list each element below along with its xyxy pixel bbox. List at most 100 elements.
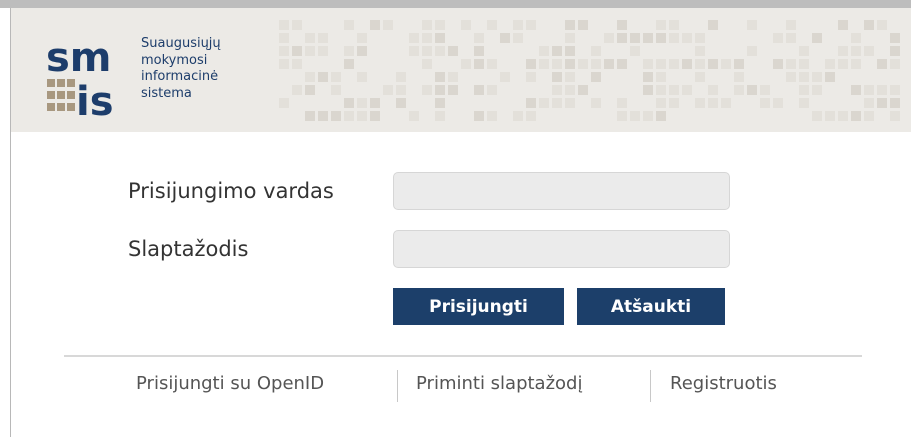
remind-password-link[interactable]: Priminti slaptažodį xyxy=(416,373,582,394)
pattern-square xyxy=(565,72,575,82)
pattern-square xyxy=(344,111,354,121)
pattern-square xyxy=(357,98,367,108)
logo-dots xyxy=(47,79,75,111)
pattern-square xyxy=(409,33,419,43)
pattern-square xyxy=(565,46,575,56)
pattern-square xyxy=(877,59,887,69)
pattern-square xyxy=(331,85,341,95)
pattern-square xyxy=(318,72,328,82)
password-input[interactable] xyxy=(393,230,730,268)
pattern-square xyxy=(422,85,432,95)
pattern-square xyxy=(877,98,887,108)
login-button[interactable]: Prisijungti xyxy=(393,288,564,325)
pattern-square xyxy=(461,59,471,69)
pattern-square xyxy=(656,59,666,69)
pattern-square xyxy=(318,33,328,43)
pattern-square xyxy=(890,98,900,108)
cancel-button[interactable]: Atšaukti xyxy=(577,288,725,325)
pattern-square xyxy=(318,46,328,56)
pattern-square xyxy=(669,85,679,95)
pattern-square xyxy=(643,111,653,121)
pattern-square xyxy=(591,98,601,108)
pattern-square xyxy=(864,98,874,108)
pattern-square xyxy=(292,20,302,30)
pattern-square xyxy=(695,33,705,43)
pattern-square xyxy=(344,46,354,56)
pattern-square xyxy=(474,59,484,69)
pattern-square xyxy=(292,59,302,69)
pattern-square xyxy=(305,46,315,56)
pattern-square xyxy=(669,20,679,30)
pattern-square xyxy=(630,111,640,121)
pattern-square xyxy=(617,33,627,43)
pattern-square xyxy=(734,72,744,82)
pattern-square xyxy=(851,59,861,69)
pattern-square xyxy=(656,33,666,43)
top-border xyxy=(0,0,911,8)
pattern-square xyxy=(396,72,406,82)
pattern-square xyxy=(487,59,497,69)
pattern-square xyxy=(292,46,302,56)
pattern-square xyxy=(513,20,523,30)
pattern-square xyxy=(487,85,497,95)
pattern-square xyxy=(422,59,432,69)
pattern-square xyxy=(526,20,536,30)
pattern-square xyxy=(851,46,861,56)
pattern-square xyxy=(305,85,315,95)
openid-login-link[interactable]: Prisijungti su OpenID xyxy=(136,373,324,394)
pattern-square xyxy=(617,111,627,121)
pattern-square xyxy=(773,59,783,69)
pattern-square xyxy=(851,85,861,95)
pattern-square xyxy=(539,98,549,108)
pattern-square xyxy=(812,72,822,82)
pattern-square xyxy=(448,46,458,56)
pattern-square xyxy=(669,98,679,108)
pattern-square xyxy=(643,59,653,69)
pattern-square xyxy=(552,98,562,108)
register-link[interactable]: Registruotis xyxy=(670,373,777,394)
pattern-square xyxy=(552,85,562,95)
pattern-square xyxy=(305,72,315,82)
pattern-square xyxy=(890,111,900,121)
pattern-square xyxy=(747,46,757,56)
pattern-square xyxy=(708,85,718,95)
pattern-square xyxy=(552,46,562,56)
pattern-square xyxy=(565,98,575,108)
footer-divider xyxy=(64,355,862,357)
pattern-square xyxy=(578,59,588,69)
pattern-square xyxy=(409,46,419,56)
pattern-square xyxy=(279,33,289,43)
pattern-square xyxy=(435,111,445,121)
pattern-square xyxy=(812,85,822,95)
pattern-square xyxy=(669,33,679,43)
pattern-square xyxy=(799,72,809,82)
pattern-square xyxy=(864,85,874,95)
logo-line-3: informacinė xyxy=(141,69,219,84)
pattern-square xyxy=(747,85,757,95)
pattern-square xyxy=(604,33,614,43)
pattern-square xyxy=(656,20,666,30)
pattern-square xyxy=(292,85,302,95)
pattern-square xyxy=(864,46,874,56)
pattern-square xyxy=(630,33,640,43)
pattern-square xyxy=(695,72,705,82)
pattern-square xyxy=(695,46,705,56)
pattern-square xyxy=(643,33,653,43)
pattern-square xyxy=(383,85,393,95)
pattern-square xyxy=(344,98,354,108)
pattern-square xyxy=(370,111,380,121)
pattern-square xyxy=(864,20,874,30)
pattern-square xyxy=(669,59,679,69)
pattern-square xyxy=(474,46,484,56)
pattern-square xyxy=(526,98,536,108)
logo-line-2: mokymosi xyxy=(141,52,208,68)
pattern-square xyxy=(799,85,809,95)
pattern-square xyxy=(604,59,614,69)
smis-logo: sm is xyxy=(44,35,120,125)
pattern-square xyxy=(708,59,718,69)
pattern-square xyxy=(435,20,445,30)
username-input[interactable] xyxy=(393,172,730,210)
pattern-square xyxy=(461,20,471,30)
pattern-square xyxy=(474,111,484,121)
pattern-square xyxy=(552,59,562,69)
